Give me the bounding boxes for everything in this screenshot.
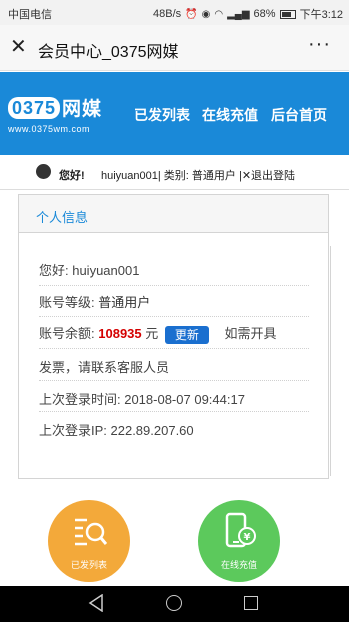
card-title: 个人信息 (36, 210, 89, 225)
battery-icon (279, 9, 296, 19)
user-bar: 您好! huiyuan001| 类别: 普通用户 |✕退出登陆 (0, 158, 349, 190)
balance-row: 账号余额: 108935 元 更新 如需开具 (39, 317, 309, 349)
eye-icon: ◉ (201, 8, 211, 20)
carrier-label: 中国电信 (8, 9, 52, 21)
logo-digits: 0375 (8, 96, 61, 119)
site-logo[interactable]: 0375 网媒 www.0375wm.com (8, 94, 128, 134)
status-bar: 中国电信 48B/s ⏰ ◉ ◠ ▂▄▆ 68% 下午3:12 (0, 0, 349, 25)
card-divider (330, 246, 331, 476)
invoice-note-end: 发票，请联系客服人员 (39, 360, 170, 375)
page-title: 会员中心_0375网媒 (38, 44, 179, 61)
site-header: 0375 网媒 www.0375wm.com 已发列表 在线充值 后台首页 (0, 72, 349, 155)
wifi-icon: ◠ (214, 8, 224, 20)
recharge-label: 在线充值 (220, 560, 257, 570)
recharge-button[interactable]: ¥ 在线充值 (198, 500, 280, 582)
more-menu-icon[interactable]: ··· (308, 33, 331, 56)
user-info-logout[interactable]: huiyuan001| 类别: 普通用户 |✕退出登陆 (101, 167, 295, 183)
nav-sent-list[interactable]: 已发列表 (134, 105, 190, 125)
update-button[interactable]: 更新 (164, 325, 209, 344)
invoice-row: 发票，请联系客服人员 (39, 349, 309, 381)
balance-label: 账号余额: (39, 326, 95, 341)
balance-unit: 元 (145, 326, 159, 341)
webview-title-bar: ✕ 会员中心_0375网媒 ··· (0, 25, 349, 71)
last-login-time: 上次登录时间: 2018-08-07 09:44:17 (39, 392, 245, 407)
clock: 下午3:12 (299, 9, 343, 21)
network-speed: 48B/s (153, 8, 182, 20)
balance-value: 108935 (98, 326, 142, 341)
signal-icon: ▂▄▆ (227, 8, 250, 20)
card-body: 您好: huiyuan001 账号等级: 普通用户 账号余额: 108935 元… (35, 246, 331, 476)
sent-list-label: 已发列表 (70, 560, 107, 570)
sent-list-button[interactable]: 已发列表 (48, 500, 130, 582)
avatar (36, 164, 51, 179)
invoice-note-start: 如需开具 (224, 326, 277, 341)
user-greeting: 您好! (59, 170, 85, 182)
level-value: 普通用户 (98, 295, 151, 310)
level-label: 账号等级: (39, 295, 95, 310)
logo-cn: 网媒 (62, 99, 103, 120)
alarm-icon: ⏰ (185, 8, 198, 20)
greeting-row: 您好: huiyuan001 (39, 260, 309, 286)
personal-info-card: 个人信息 您好: huiyuan001 账号等级: 普通用户 账号余额: 108… (18, 194, 331, 479)
nav-recharge[interactable]: 在线充值 (202, 105, 258, 125)
last-login-ip-row: 上次登录IP: 222.89.207.60 (39, 412, 309, 444)
close-icon[interactable]: ✕ (10, 37, 27, 57)
back-icon[interactable] (88, 594, 104, 612)
system-nav-bar (0, 586, 349, 622)
recent-apps-icon[interactable] (244, 596, 258, 610)
home-icon[interactable] (166, 595, 182, 611)
greeting-text: 您好: huiyuan001 (39, 263, 140, 278)
nav-admin-home[interactable]: 后台首页 (271, 105, 327, 125)
phone-yen-icon: ¥ (225, 512, 256, 548)
list-search-icon (75, 518, 107, 546)
logo-url: www.0375wm.com (8, 124, 91, 134)
battery-percent: 68% (253, 8, 276, 20)
card-header: 个人信息 (19, 195, 328, 233)
level-row: 账号等级: 普通用户 (39, 286, 309, 317)
svg-text:¥: ¥ (244, 532, 251, 543)
last-login-time-row: 上次登录时间: 2018-08-07 09:44:17 (39, 381, 309, 412)
status-indicators: 48B/s ⏰ ◉ ◠ ▂▄▆ 68% 下午3:12 (153, 6, 343, 22)
last-login-ip: 上次登录IP: 222.89.207.60 (39, 423, 194, 438)
